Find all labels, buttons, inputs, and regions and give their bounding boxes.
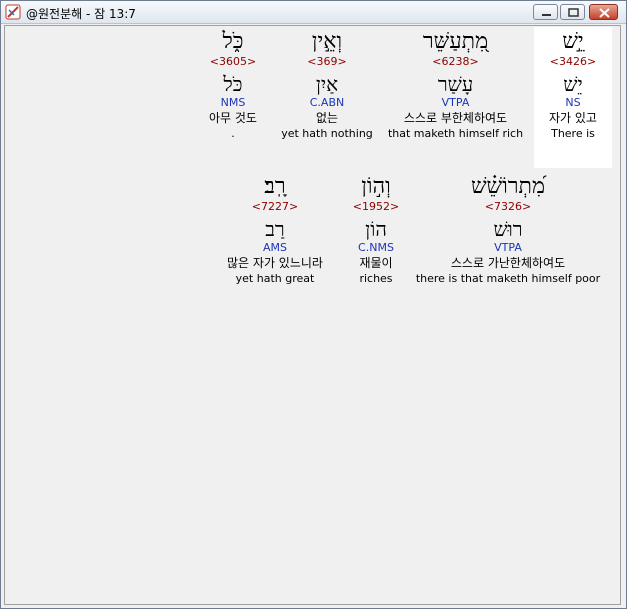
hebrew-word: וְה֣וֹן	[361, 174, 391, 199]
strong-number[interactable]: <3605>	[197, 55, 269, 69]
hebrew-lemma: יֵשׁ	[563, 72, 583, 96]
word-cell[interactable]: מִ֭תְעַשֵּׁר <6238> עָשַׁר VTPA 스스로 부한체하…	[383, 29, 528, 141]
morphology-code: VTPA	[494, 241, 522, 254]
title-bar[interactable]: @원전분해 - 잠 13:7	[1, 1, 626, 24]
maximize-button[interactable]	[560, 4, 585, 20]
english-gloss: yet hath nothing	[281, 127, 373, 140]
hebrew-word: כֹּ֑ל	[222, 29, 244, 54]
korean-gloss: 없는	[315, 111, 339, 125]
strong-number[interactable]: <3426>	[534, 55, 612, 69]
hebrew-word: מִ֝תְרוֹשֵׁ֗שׁ	[470, 174, 546, 199]
english-gloss: There is	[551, 127, 595, 140]
window-title: @원전분해 - 잠 13:7	[26, 7, 136, 21]
hebrew-word: וְאֵ֣ין	[311, 29, 343, 54]
korean-gloss: 많은 자가 있느니라	[227, 256, 323, 270]
morphology-code: NMS	[220, 96, 246, 109]
strong-number[interactable]: <6238>	[383, 55, 528, 69]
morphology-code: VTPA	[441, 96, 470, 109]
english-gloss: .	[231, 127, 235, 140]
close-button[interactable]	[589, 4, 618, 20]
hebrew-lemma: רַב	[265, 217, 285, 241]
strong-number[interactable]: <369>	[277, 55, 377, 69]
word-cell[interactable]: רָֽב׃ <7227> רַב AMS 많은 자가 있느니라 yet hath…	[207, 174, 343, 286]
morphology-code: AMS	[263, 241, 287, 254]
word-cell[interactable]: כֹּ֑ל <3605> כֹּל NMS 아무 것도 .	[197, 29, 269, 141]
korean-gloss: 자가 있고	[549, 111, 597, 125]
korean-gloss: 스스로 가난한체하여도	[450, 256, 566, 270]
korean-gloss: 아무 것도	[209, 111, 257, 125]
morphology-code: C.ABN	[309, 96, 345, 109]
maximize-icon	[568, 8, 579, 17]
minimize-button[interactable]	[533, 4, 558, 20]
hebrew-lemma: עָשַׁר	[437, 72, 474, 96]
english-gloss: that maketh himself rich	[387, 127, 524, 140]
word-cell[interactable]: וְה֣וֹן <1952> הוֹן C.NMS 재물이 riches	[343, 174, 409, 286]
morphology-code: C.NMS	[358, 241, 394, 254]
hebrew-word: מִ֭תְעַשֵּׁר	[422, 29, 489, 54]
korean-gloss: 재물이	[359, 256, 393, 270]
hebrew-lemma: אַיִן	[315, 72, 339, 96]
english-gloss: there is that maketh himself poor	[415, 272, 601, 285]
hebrew-word: רָֽב׃	[264, 174, 286, 199]
strong-number[interactable]: <7326>	[408, 200, 608, 214]
korean-gloss: 스스로 부한체하여도	[403, 111, 508, 125]
hebrew-word: יֵ֣שׁ	[562, 29, 584, 54]
strong-number[interactable]: <7227>	[207, 200, 343, 214]
english-gloss: riches	[359, 272, 393, 285]
word-cell[interactable]: וְאֵ֣ין <369> אַיִן C.ABN 없는 yet hath no…	[277, 29, 377, 141]
strong-number[interactable]: <1952>	[343, 200, 409, 214]
word-cell[interactable]: מִ֝תְרוֹשֵׁ֗שׁ <7326> רוּשׁ VTPA 스스로 가난한…	[408, 174, 608, 286]
app-icon[interactable]	[5, 4, 21, 20]
minimize-icon	[542, 14, 551, 16]
hebrew-lemma: רוּשׁ	[493, 217, 523, 241]
verse-analysis-panel[interactable]: יֵ֣שׁ <3426> יֵשׁ NS 자가 있고 There is מִ֭ת…	[4, 25, 621, 605]
morphology-code: NS	[565, 96, 581, 109]
hebrew-lemma: כֹּל	[223, 72, 243, 96]
english-gloss: yet hath great	[235, 272, 315, 285]
hebrew-lemma: הוֹן	[365, 217, 387, 241]
close-icon	[599, 8, 610, 18]
word-cell[interactable]: יֵ֣שׁ <3426> יֵשׁ NS 자가 있고 There is	[534, 29, 612, 141]
app-window: @원전분해 - 잠 13:7 יֵ֣שׁ <3426> יֵשׁ NS 자가 있…	[0, 0, 627, 609]
